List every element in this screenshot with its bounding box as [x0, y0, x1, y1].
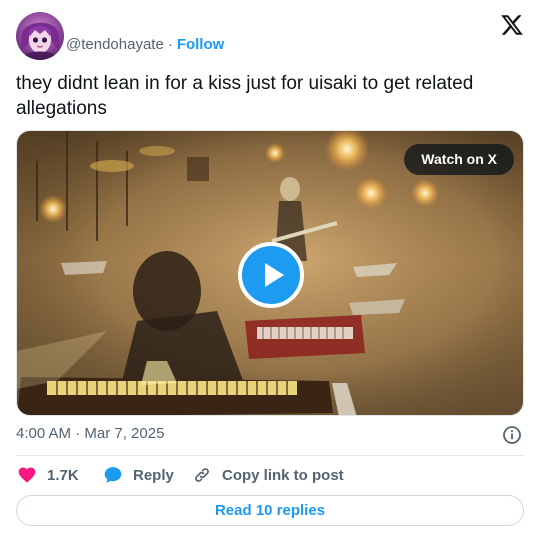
link-icon [195, 468, 209, 482]
watch-on-x-button[interactable]: Watch on X [404, 144, 514, 175]
heart-icon [18, 467, 36, 483]
like-button[interactable]: 1.7K [17, 464, 79, 486]
read-replies-button[interactable]: Read 10 replies [16, 495, 524, 526]
video-thumbnail[interactable]: Watch on X [16, 130, 524, 416]
info-icon[interactable] [502, 425, 522, 445]
like-count: 1.7K [47, 466, 79, 484]
copy-link-button[interactable]: Copy link to post [192, 464, 344, 486]
play-button[interactable] [238, 242, 304, 308]
avatar[interactable] [16, 12, 64, 60]
post-timestamp[interactable]: 4:00 AM · Mar 7, 2025 [16, 424, 164, 444]
separator-dot: · [167, 36, 173, 53]
embedded-post-card: @tendohayate · Follow they didnt lean in f… [0, 0, 540, 542]
speech-bubble-icon [104, 467, 122, 483]
play-icon [265, 263, 284, 287]
post-text: they didnt lean in for a kiss just for u… [16, 73, 474, 119]
action-bar: 1.7K Reply Copy link to post [16, 464, 524, 486]
reply-label: Reply [133, 466, 174, 484]
x-logo-icon[interactable] [500, 13, 524, 37]
copy-link-label: Copy link to post [222, 466, 344, 484]
follow-button[interactable]: Follow [177, 36, 225, 53]
divider [16, 455, 524, 456]
reply-button[interactable]: Reply [103, 464, 174, 486]
author-handle[interactable]: @tendohayate [66, 36, 164, 53]
author-handle-row: @tendohayate · Follow [66, 35, 224, 55]
